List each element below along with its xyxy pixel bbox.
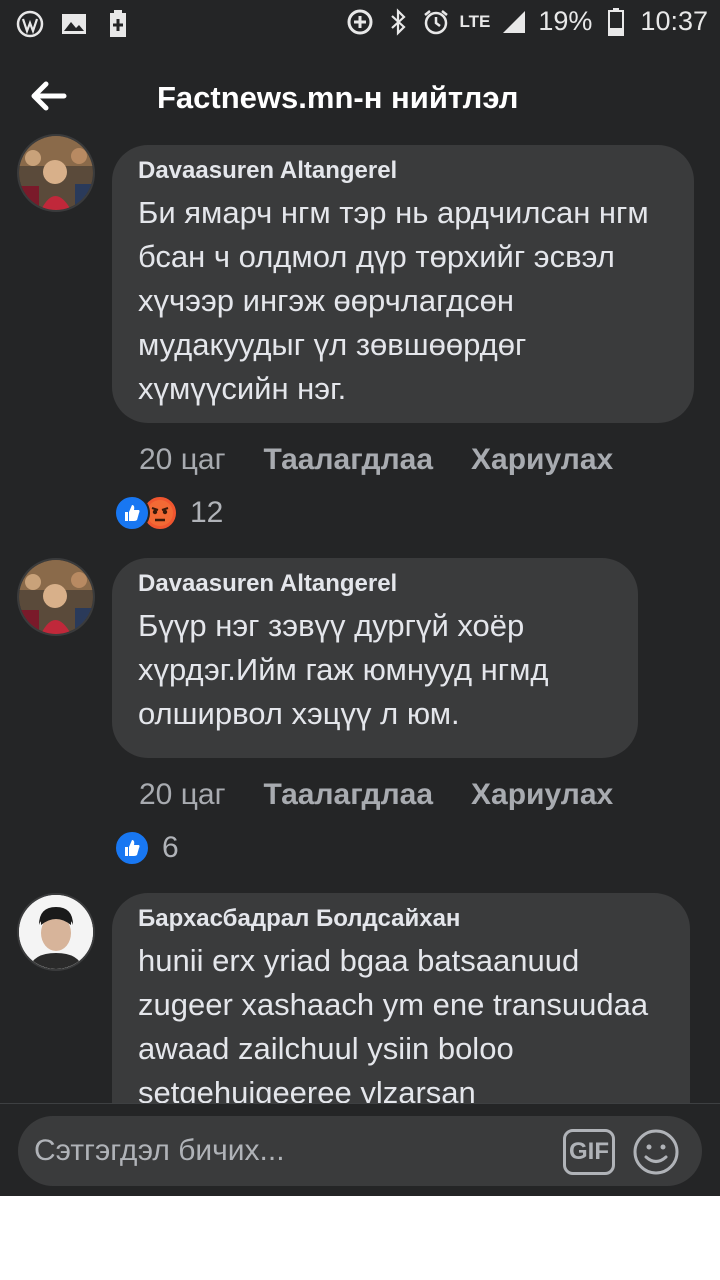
reaction-count: 6: [162, 831, 179, 864]
like-reaction-icon: [114, 830, 150, 866]
comment-author[interactable]: Бархасбадрал Болдсайхан: [138, 905, 664, 933]
data-saver-icon: [346, 8, 374, 36]
signal-icon: [500, 8, 528, 36]
reply-button[interactable]: Хариулах: [471, 443, 613, 477]
battery-percent: 19%: [538, 6, 593, 36]
comment-bubble[interactable]: Davaasuren Altangerel Бүүр нэг зэвүү дур…: [112, 558, 638, 758]
smiley-icon: [633, 1129, 679, 1175]
header: Factnews.mn-н нийтлэл: [0, 50, 720, 146]
like-button[interactable]: Таалагдлаа: [264, 778, 434, 812]
comment-text: Би ямарч нгм тэр нь ардчилсан нгм бсан ч…: [138, 195, 649, 406]
screen: LTE 19% 10:37 Factnews.mn-н нийтлэл Dava…: [0, 0, 720, 1196]
comment-text: Бүүр нэг зэвүү дургүй хоёр хүрдэг.Ийм га…: [138, 608, 549, 731]
gif-button[interactable]: GIF: [563, 1129, 615, 1175]
reaction-count: 12: [190, 496, 224, 529]
emoji-button[interactable]: [632, 1128, 680, 1176]
status-bar: LTE 19% 10:37: [0, 0, 720, 50]
comment-text: hunii erx yriad bgaa batsaanuud zugeer x…: [138, 943, 649, 1110]
avatar[interactable]: [17, 558, 95, 636]
arrow-left-icon: [31, 81, 67, 111]
reactions-summary[interactable]: 12: [114, 495, 223, 531]
back-button[interactable]: [24, 72, 72, 120]
reply-button[interactable]: Хариулах: [471, 778, 613, 812]
avatar[interactable]: [17, 134, 95, 212]
like-reaction-icon: [114, 495, 150, 531]
comment-time: 20 цаг: [139, 443, 226, 476]
avatar[interactable]: [17, 893, 95, 971]
composer-bar: GIF: [0, 1103, 720, 1196]
comment-bubble[interactable]: Davaasuren Altangerel Би ямарч нгм тэр н…: [112, 145, 694, 423]
wordpress-icon: [16, 10, 44, 38]
network-type: LTE: [459, 12, 491, 31]
comment-author[interactable]: Davaasuren Altangerel: [138, 570, 612, 598]
battery-icon: [602, 7, 630, 36]
like-button[interactable]: Таалагдлаа: [264, 443, 434, 477]
alarm-icon: [422, 8, 450, 36]
comment-time: 20 цаг: [139, 778, 226, 811]
comment-author[interactable]: Davaasuren Altangerel: [138, 157, 668, 185]
page-title: Factnews.mn-н нийтлэл: [157, 80, 519, 115]
clock: 10:37: [640, 6, 708, 36]
bluetooth-icon: [384, 7, 412, 36]
battery-plus-icon: [104, 10, 132, 38]
reactions-summary[interactable]: 6: [114, 830, 179, 866]
image-icon: [60, 10, 88, 38]
